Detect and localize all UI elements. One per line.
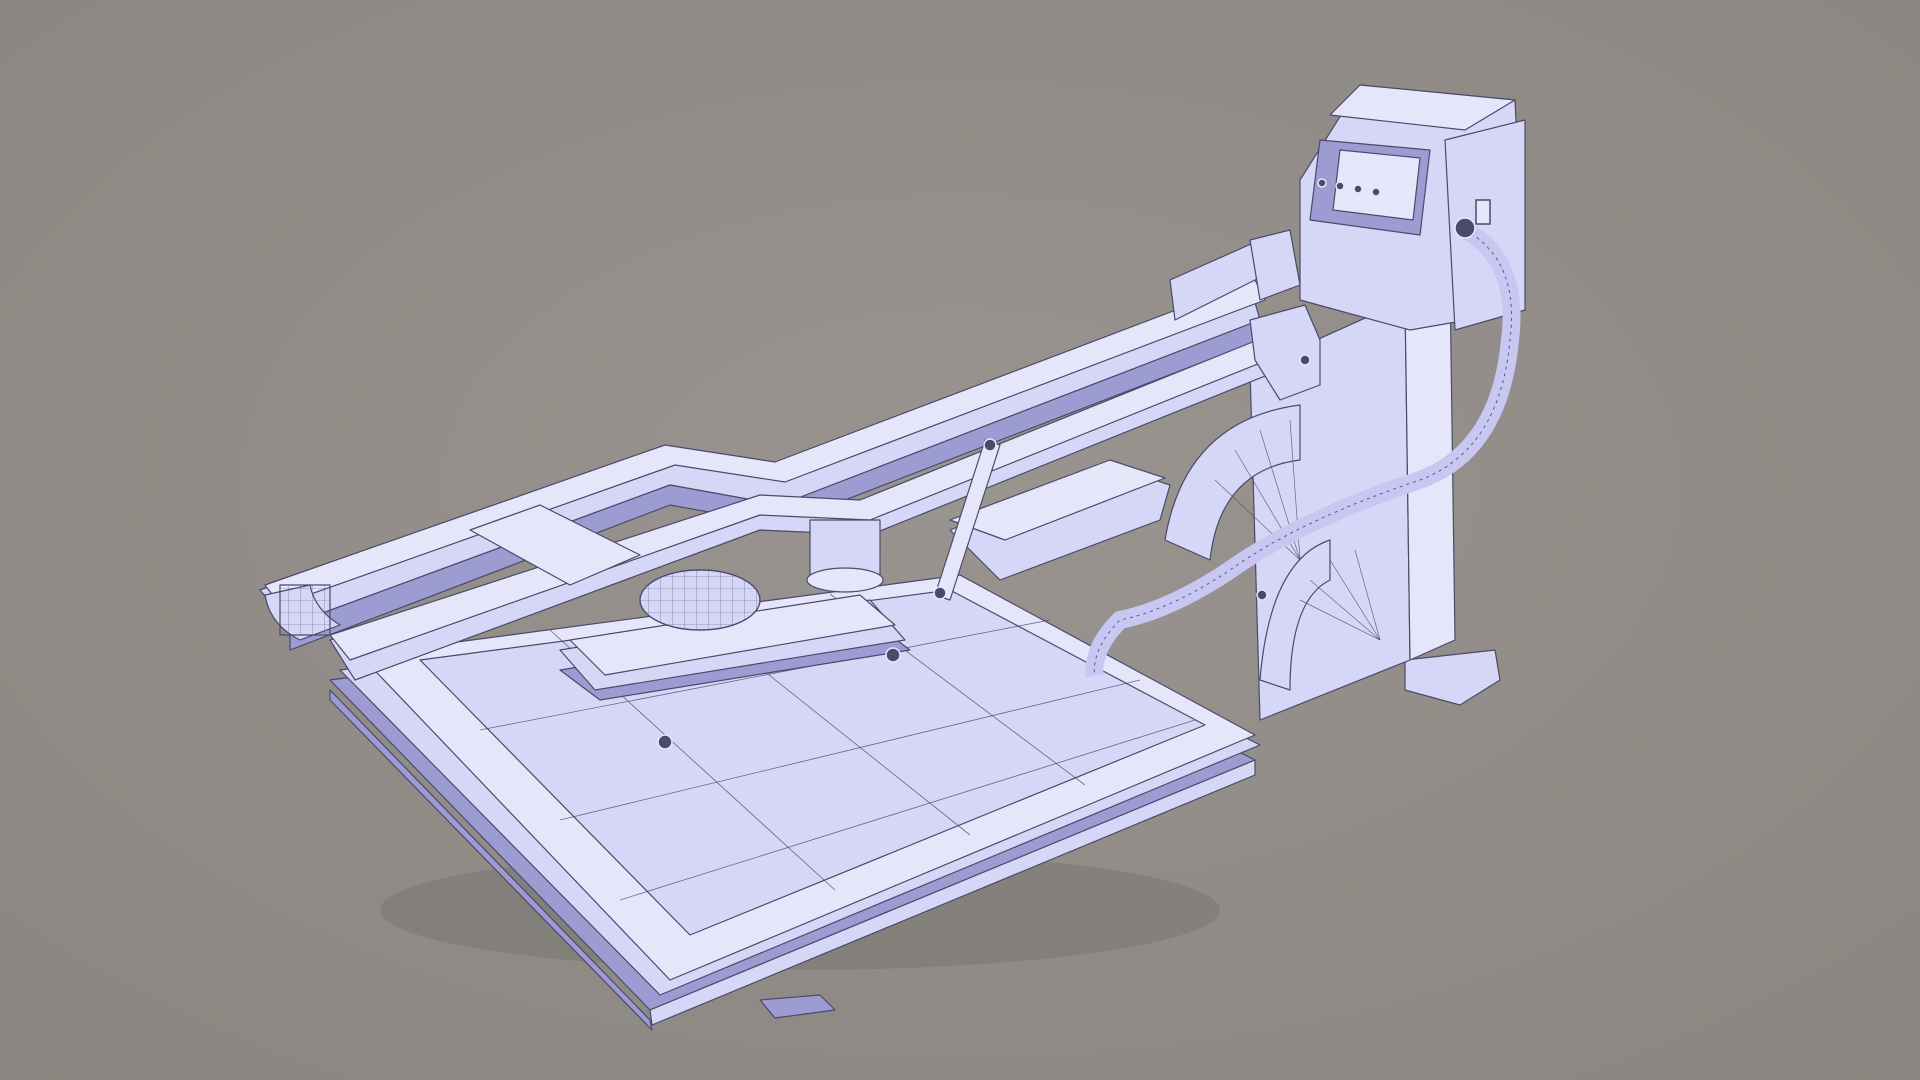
panel-button[interactable] [1335,181,1345,191]
render-viewport[interactable] [0,0,1920,1080]
panel-button[interactable] [1371,187,1381,197]
render-scene [0,0,1920,1080]
handle-grip [279,584,331,636]
panel-button[interactable] [1317,178,1327,188]
panel-button[interactable] [1353,184,1363,194]
power-switch[interactable] [1475,199,1491,225]
